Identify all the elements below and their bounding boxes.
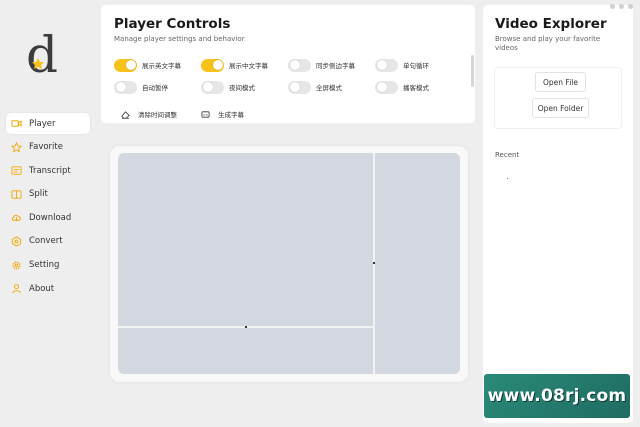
panel-scrollbar[interactable] — [471, 55, 474, 87]
logo-letter: d — [26, 30, 58, 80]
panel-subtitle: Manage player settings and behavior — [114, 35, 245, 43]
toggle-chinese-subtitles[interactable]: 展示中文字幕 — [201, 58, 288, 72]
close-button[interactable] — [628, 4, 633, 9]
sidebar-item-download[interactable]: Download — [6, 207, 90, 228]
split-grip-dot — [373, 262, 375, 264]
toggle-podcast-mode[interactable]: 播客模式 — [375, 80, 462, 94]
toggle-label: 全屏模式 — [316, 84, 342, 92]
toggle-night-mode[interactable]: 夜间模式 — [201, 80, 288, 94]
watermark-logo: www.08rj.com — [484, 374, 630, 418]
sidebar-item-player[interactable]: Player — [6, 113, 90, 134]
sidebar-item-transcript[interactable]: Transcript — [6, 160, 90, 181]
toggle-switch[interactable] — [288, 58, 311, 72]
sidebar-item-label: Split — [29, 189, 48, 200]
video-player[interactable] — [118, 153, 460, 374]
generate-subtitles-button[interactable]: 生成字幕 — [201, 109, 244, 119]
toggle-label: 自动暂停 — [142, 84, 168, 92]
panel-title: Video Explorer — [495, 16, 607, 32]
star-icon — [11, 141, 22, 153]
sidebar-item-label: Download — [29, 212, 72, 223]
action-row: 清除时间调整 生成字幕 — [121, 109, 268, 119]
cloud-download-icon — [11, 212, 22, 223]
clear-time-adjust-button[interactable]: 清除时间调整 — [121, 109, 177, 119]
toggle-switch[interactable] — [114, 58, 137, 72]
sidebar-item-label: About — [29, 283, 55, 294]
toggle-label: 夜间模式 — [229, 84, 255, 92]
toggle-row: 展示英文字幕 展示中文字幕 同步侧边字幕 单句循环 — [114, 58, 462, 72]
recent-label: Recent — [495, 151, 520, 159]
video-explorer-panel: Video Explorer Browse and play your favo… — [483, 5, 633, 423]
sidebar-item-about[interactable]: About — [6, 278, 90, 299]
toggle-switch[interactable] — [375, 80, 398, 94]
sidebar-item-label: Favorite — [29, 142, 63, 153]
sidebar-item-label: Setting — [29, 260, 60, 271]
toggle-label: 展示中文字幕 — [229, 62, 268, 70]
toggle-label: 展示英文字幕 — [142, 62, 181, 70]
open-file-button[interactable]: Open File — [535, 72, 586, 92]
person-icon — [11, 283, 22, 294]
split-icon — [11, 189, 22, 200]
toggle-english-subtitles[interactable]: 展示英文字幕 — [114, 58, 201, 72]
panel-title: Player Controls — [114, 16, 231, 32]
toggle-switch[interactable] — [114, 80, 137, 94]
toggle-switch[interactable] — [201, 58, 224, 72]
toggle-switch[interactable] — [288, 80, 311, 94]
window-controls — [606, 4, 633, 9]
toggle-auto-pause[interactable]: 自动暂停 — [114, 80, 201, 94]
watermark-text: www.08rj.com — [487, 386, 627, 406]
minimize-button[interactable] — [610, 4, 615, 9]
sidebar-item-convert[interactable]: Convert — [6, 231, 90, 252]
sidebar-item-favorite[interactable]: Favorite — [6, 137, 90, 158]
open-folder-button[interactable]: Open Folder — [532, 98, 589, 118]
gear-icon — [11, 260, 22, 271]
convert-icon — [11, 236, 22, 247]
player-controls-panel: Player Controls Manage player settings a… — [101, 5, 475, 123]
transcript-icon — [11, 165, 22, 176]
sidebar-item-label: Player — [29, 118, 56, 129]
video-icon — [11, 118, 22, 129]
toggle-label: 同步侧边字幕 — [316, 62, 355, 70]
split-grip-dot — [245, 326, 247, 328]
toggle-sync-side-subtitles[interactable]: 同步侧边字幕 — [288, 58, 375, 72]
action-label: 清除时间调整 — [138, 111, 177, 119]
toggle-row: 自动暂停 夜间模式 全屏模式 播客模式 — [114, 80, 462, 94]
toggle-switch[interactable] — [375, 58, 398, 72]
toggle-label: 播客模式 — [403, 84, 429, 92]
toggle-sentence-loop[interactable]: 单句循环 — [375, 58, 462, 72]
open-actions-box: Open File Open Folder — [494, 67, 622, 129]
recent-list-placeholder — [507, 178, 508, 179]
action-label: 生成字幕 — [218, 111, 244, 119]
subtitle-icon — [201, 110, 210, 118]
toggle-fullscreen-mode[interactable]: 全屏模式 — [288, 80, 375, 94]
sidebar-item-split[interactable]: Split — [6, 184, 90, 205]
sidebar-nav: Player Favorite Transcript Split Downloa… — [6, 113, 90, 302]
sidebar: d Player Favorite Transcript Split Downl… — [0, 0, 96, 427]
video-player-frame — [110, 146, 468, 382]
app-logo: d — [24, 26, 72, 84]
sidebar-item-label: Convert — [29, 236, 63, 247]
toggle-switch[interactable] — [201, 80, 224, 94]
sidebar-item-setting[interactable]: Setting — [6, 255, 90, 276]
toggle-label: 单句循环 — [403, 62, 429, 70]
sidebar-item-label: Transcript — [29, 165, 71, 176]
maximize-button[interactable] — [619, 4, 624, 9]
panel-subtitle: Browse and play your favorite videos — [495, 35, 601, 52]
eraser-icon — [121, 110, 130, 119]
